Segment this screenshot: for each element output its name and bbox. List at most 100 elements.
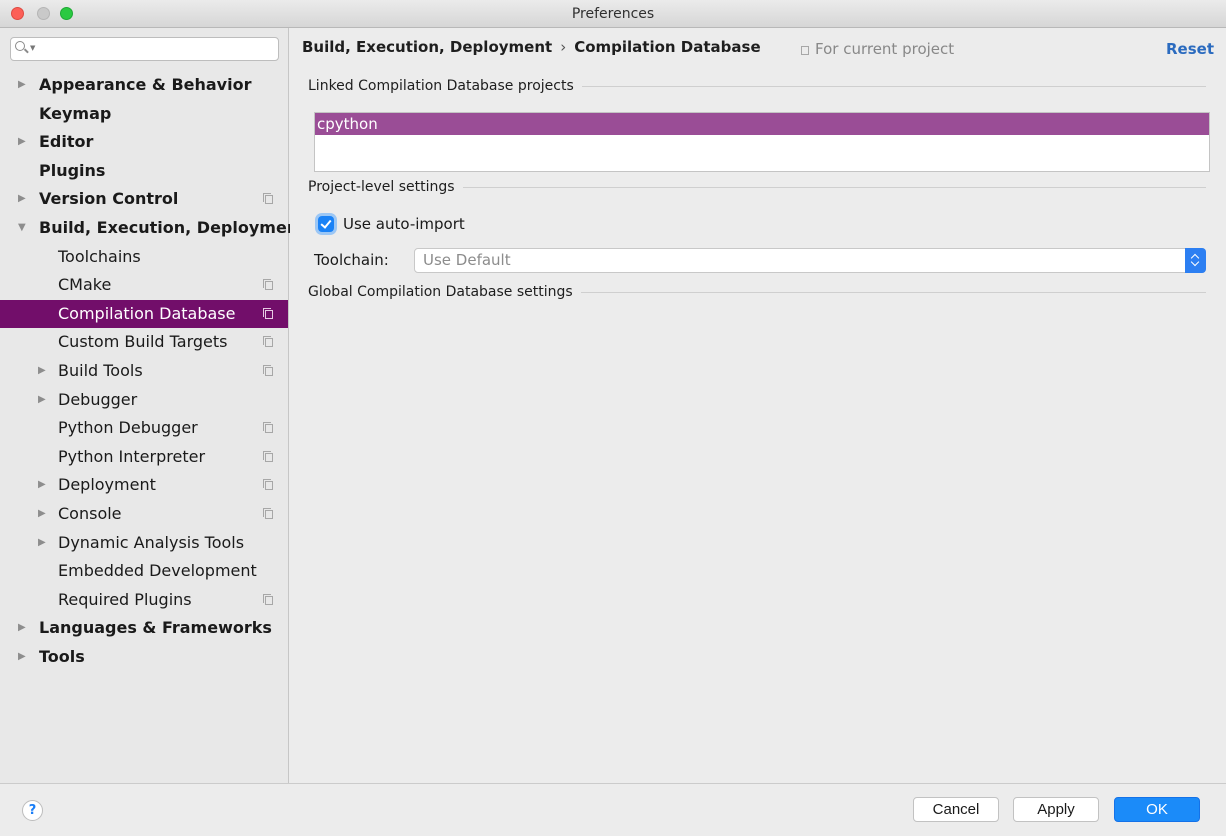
sidebar-item-editor[interactable]: ▶ Editor (0, 128, 288, 157)
project-scope-icon (263, 479, 273, 491)
section-title: Global Compilation Database settings (308, 284, 573, 300)
sidebar-item-label: Compilation Database (58, 303, 236, 323)
project-scope-icon (263, 422, 273, 434)
sidebar-item-label: Build, Execution, Deployment (39, 217, 306, 237)
project-scope-icon (263, 336, 273, 348)
help-button[interactable]: ? (22, 800, 43, 821)
sidebar-item-build-tools[interactable]: ▶ Build Tools (0, 357, 288, 386)
list-item[interactable]: cpython (315, 113, 1209, 135)
project-scope-icon (263, 193, 273, 205)
collapsed-arrow-icon[interactable]: ▶ (38, 471, 46, 500)
select-stepper-icon[interactable] (1185, 248, 1206, 273)
sidebar-item-label: Required Plugins (58, 589, 192, 609)
settings-tree: ▶ Appearance & Behavior Keymap ▶ Editor Plugi… (0, 71, 306, 672)
window-title: Preferences (571, 6, 655, 22)
sidebar-item-compilation-database[interactable]: Compilation Database (0, 299, 288, 329)
divider (581, 85, 1206, 87)
reset-link[interactable]: Reset (1166, 40, 1214, 58)
sidebar-item-custom-build-targets[interactable]: Custom Build Targets (0, 328, 288, 357)
settings-sidebar: ▼ ▶ Appearance & Behavior Keymap ▶ Editor Plu… (0, 28, 306, 783)
divider (580, 291, 1206, 293)
apply-button[interactable]: Apply (1013, 797, 1099, 822)
search-input[interactable]: ▼ (10, 37, 279, 61)
sidebar-item-embedded-development[interactable]: Embedded Development (0, 557, 288, 586)
sidebar-item-label: Embedded Development (58, 561, 257, 581)
auto-import-checkbox[interactable] (318, 216, 334, 232)
collapsed-arrow-icon[interactable]: ▶ (18, 71, 26, 100)
sidebar-item-label: Dynamic Analysis Tools (58, 532, 245, 552)
auto-import-label[interactable]: Use auto-import (343, 215, 465, 233)
project-scope-icon (801, 46, 809, 55)
section-title: Project-level settings (308, 179, 455, 195)
sidebar-item-debugger[interactable]: ▶ Debugger (0, 386, 288, 415)
section-project-level: Project-level settings (308, 179, 1206, 195)
sidebar-item-label: Tools (39, 646, 85, 666)
collapsed-arrow-icon[interactable]: ▶ (18, 614, 26, 643)
collapsed-arrow-icon[interactable]: ▶ (18, 128, 26, 157)
sidebar-item-cmake[interactable]: CMake (0, 271, 288, 300)
sidebar-item-label: Custom Build Targets (58, 332, 228, 352)
sidebar-item-label: Build Tools (58, 360, 143, 380)
sidebar-item-deployment[interactable]: ▶ Deployment (0, 471, 288, 500)
sidebar-item-dynamic-analysis-tools[interactable]: ▶ Dynamic Analysis Tools (0, 529, 288, 558)
cancel-button[interactable]: Cancel (913, 797, 999, 822)
section-linked-projects: Linked Compilation Database projects (308, 78, 1206, 94)
sidebar-item-label: Keymap (39, 103, 112, 123)
collapsed-arrow-icon[interactable]: ▶ (38, 500, 46, 529)
project-scope-icon (263, 364, 273, 376)
expanded-arrow-icon[interactable]: ▼ (18, 214, 26, 243)
sidebar-item-label: Console (58, 503, 122, 523)
sidebar-item-label: Python Interpreter (58, 446, 206, 466)
sidebar-item-python-interpreter[interactable]: Python Interpreter (0, 443, 288, 472)
sidebar-item-label: Debugger (58, 389, 138, 409)
breadcrumb-current: Compilation Database (574, 38, 761, 56)
settings-content: Build, Execution, Deployment › Compilation… (290, 28, 1226, 783)
section-title: Linked Compilation Database projects (308, 78, 574, 94)
scope-indicator: For current project (801, 40, 954, 58)
collapsed-arrow-icon[interactable]: ▶ (38, 529, 46, 558)
section-global: Global Compilation Database settings (308, 284, 1206, 300)
sidebar-item-build-execution-deployment[interactable]: ▼ Build, Execution, Deployment (0, 214, 306, 243)
sidebar-item-plugins[interactable]: Plugins (0, 157, 288, 186)
sidebar-item-label: Languages & Frameworks (39, 618, 272, 638)
sidebar-item-appearance-behavior[interactable]: ▶ Appearance & Behavior (0, 71, 288, 100)
sidebar-item-required-plugins[interactable]: Required Plugins (0, 586, 288, 615)
sidebar-item-version-control[interactable]: ▶ Version Control (0, 185, 288, 214)
project-scope-icon (263, 450, 273, 462)
title-bar: Preferences (0, 0, 1226, 28)
sidebar-item-label: Toolchains (58, 246, 141, 266)
search-icon (15, 41, 25, 51)
sidebar-item-label: CMake (58, 275, 112, 295)
sidebar-item-keymap[interactable]: Keymap (0, 100, 288, 129)
search-options-chevron-icon[interactable]: ▼ (30, 44, 35, 52)
collapsed-arrow-icon[interactable]: ▶ (38, 386, 46, 415)
linked-projects-list[interactable]: cpython (314, 112, 1210, 172)
breadcrumb-separator: › (560, 38, 567, 56)
ok-button[interactable]: OK (1114, 797, 1200, 822)
breadcrumb-parent: Build, Execution, Deployment (302, 38, 553, 56)
sidebar-item-toolchains[interactable]: Toolchains (0, 243, 288, 272)
scope-label: For current project (815, 40, 955, 58)
sidebar-item-label: Editor (39, 132, 94, 152)
collapsed-arrow-icon[interactable]: ▶ (18, 185, 26, 214)
collapsed-arrow-icon[interactable]: ▶ (18, 643, 26, 672)
toolchain-label: Toolchain: (314, 251, 389, 269)
sidebar-item-label: Deployment (58, 475, 156, 495)
dialog-footer: ? Cancel Apply OK (0, 783, 1226, 836)
sidebar-item-label: Python Debugger (58, 418, 198, 438)
divider (462, 186, 1206, 188)
sidebar-item-label: Plugins (39, 160, 106, 180)
collapsed-arrow-icon[interactable]: ▶ (38, 357, 46, 386)
auto-import-option[interactable]: Use auto-import (318, 215, 465, 233)
breadcrumb: Build, Execution, Deployment › Compilation… (302, 38, 761, 56)
project-scope-icon (263, 307, 273, 319)
sidebar-item-console[interactable]: ▶ Console (0, 500, 288, 529)
toolchain-value: Use Default (423, 251, 511, 269)
sidebar-item-label: Version Control (39, 189, 179, 209)
project-scope-icon (263, 279, 273, 291)
sidebar-item-tools[interactable]: ▶ Tools (0, 643, 288, 672)
sidebar-item-python-debugger[interactable]: Python Debugger (0, 414, 288, 443)
sidebar-item-languages-frameworks[interactable]: ▶ Languages & Frameworks (0, 614, 288, 643)
toolchain-select[interactable]: Use Default (414, 248, 1206, 273)
project-scope-icon (263, 507, 273, 519)
